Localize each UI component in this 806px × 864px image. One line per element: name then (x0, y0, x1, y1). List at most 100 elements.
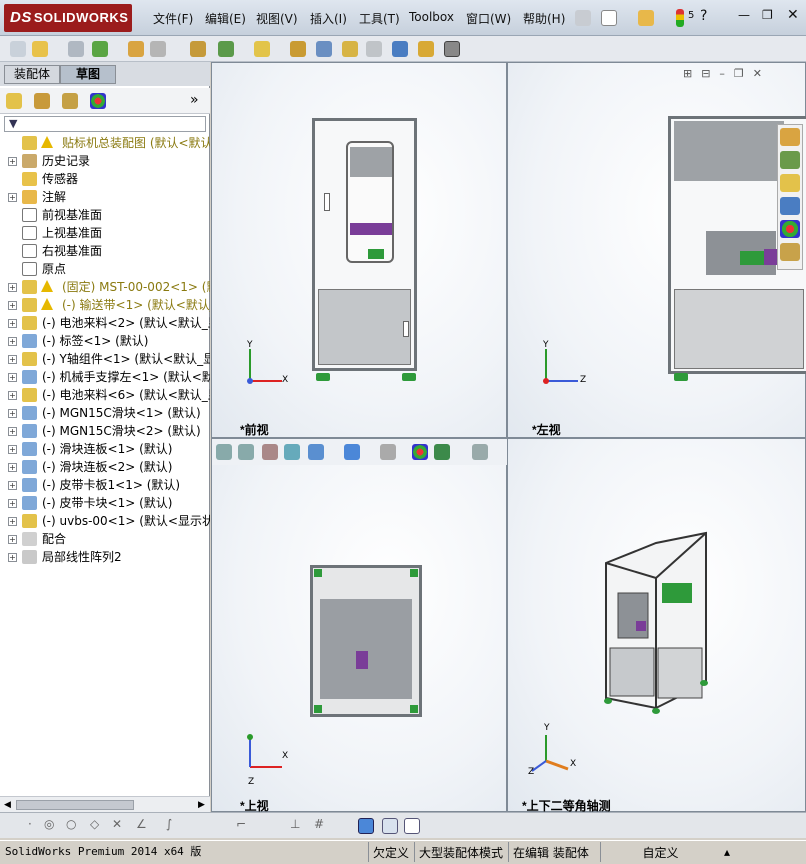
panel-expand-icon[interactable]: » (190, 92, 199, 108)
tree-item[interactable]: + (-) 电池来料<6> (默认<默认_显 (0, 386, 210, 404)
view-settings-icon[interactable] (472, 444, 488, 460)
show-hidden-icon[interactable] (190, 41, 206, 57)
minimize-icon[interactable]: — (738, 8, 750, 22)
design-library-icon[interactable] (780, 151, 800, 169)
tree-filter-input[interactable]: ▼ (4, 116, 206, 132)
expand-toggle-icon[interactable]: + (8, 481, 17, 490)
four-view-icon[interactable] (404, 818, 420, 834)
angle-icon[interactable]: ∠ (136, 817, 147, 831)
expand-toggle-icon[interactable]: + (8, 193, 17, 202)
insert-component-icon[interactable] (32, 41, 48, 57)
circle-icon[interactable]: ◎ (44, 817, 54, 831)
tree-item[interactable]: + (-) uvbs-00<1> (默认<显示状 (0, 512, 210, 530)
expand-toggle-icon[interactable]: + (8, 535, 17, 544)
expand-toggle-icon[interactable]: + (8, 445, 17, 454)
spline-icon[interactable]: ∫ (166, 817, 172, 831)
rebuild-traffic-light-icon[interactable] (676, 9, 684, 27)
viewport-top[interactable]: X Z *上视 (211, 438, 508, 813)
tree-item[interactable]: + 历史记录 (0, 152, 210, 170)
tree-item[interactable]: + (-) 皮带卡块<1> (默认) (0, 494, 210, 512)
point-icon[interactable]: · (28, 817, 32, 831)
component-pattern-icon[interactable] (92, 41, 108, 57)
expand-toggle-icon[interactable]: + (8, 373, 17, 382)
instant3d-icon[interactable] (444, 41, 460, 57)
file-explorer-icon[interactable] (780, 174, 800, 192)
home-icon[interactable] (780, 128, 800, 146)
tree-item[interactable]: 原点 (0, 260, 210, 278)
expand-toggle-icon[interactable]: + (8, 319, 17, 328)
menu-help[interactable]: 帮助(H) (523, 10, 565, 27)
menu-window[interactable]: 窗口(W) (466, 10, 511, 27)
menu-edit[interactable]: 编辑(E) (205, 10, 246, 27)
feature-manager-icon[interactable] (6, 93, 22, 109)
previous-view-icon[interactable] (262, 444, 278, 460)
clearance-verification-icon[interactable] (418, 41, 434, 57)
expand-toggle-icon[interactable]: + (8, 553, 17, 562)
scroll-thumb[interactable] (16, 800, 134, 810)
tree-item[interactable]: + (-) MGN15C滑块<2> (默认) (0, 422, 210, 440)
dimension-icon[interactable]: ⊥ (290, 817, 300, 831)
tree-item[interactable]: + (-) 输送带<1> (默认<默认_ (0, 296, 210, 314)
expand-toggle-icon[interactable]: + (8, 337, 17, 346)
part-icon[interactable] (10, 41, 26, 57)
display-style-icon[interactable] (344, 444, 360, 460)
viewport-left[interactable]: ⊞⊟–❐✕ Y Z *左视 (507, 62, 806, 438)
tree-item[interactable]: 上视基准面 (0, 224, 210, 242)
explode-line-sketch-icon[interactable] (366, 41, 382, 57)
tree-item[interactable]: + (-) Y轴组件<1> (默认<默认_显 (0, 350, 210, 368)
section-view-icon[interactable] (284, 444, 300, 460)
custom-properties-icon[interactable] (780, 243, 800, 261)
filter-funnel-icon[interactable]: ▼ (9, 117, 17, 130)
shaded-view-icon[interactable] (358, 818, 374, 834)
tree-horizontal-scrollbar[interactable]: ◀ ▶ (0, 796, 210, 813)
tree-item[interactable]: + 配合 (0, 530, 210, 548)
tree-item[interactable]: + (-) MGN15C滑块<1> (默认) (0, 404, 210, 422)
tree-item[interactable]: 贴标机总装配图 (默认<默认_显 (0, 134, 210, 152)
solidworks-logo[interactable]: DS SOLIDWORKS (4, 4, 132, 32)
apply-scene-icon[interactable] (434, 444, 450, 460)
units-custom[interactable]: 自定义 (600, 842, 720, 862)
arc-icon[interactable]: ○ (66, 817, 76, 831)
zoom-area-icon[interactable] (238, 444, 254, 460)
viewport-isometric[interactable]: Y X Z *上下二等角轴测 (507, 438, 806, 813)
expand-toggle-icon[interactable]: + (8, 427, 17, 436)
corner-icon[interactable]: ⌐ (236, 817, 246, 831)
edit-appearance-icon[interactable] (412, 444, 428, 460)
menu-toolbox[interactable]: Toolbox (409, 10, 454, 24)
trim-icon[interactable]: ✕ (112, 817, 122, 831)
reference-geometry-icon[interactable] (254, 41, 270, 57)
pin-icon[interactable] (575, 10, 591, 26)
new-document-icon[interactable] (601, 10, 617, 26)
interference-detection-icon[interactable] (392, 41, 408, 57)
view-orientation-icon[interactable] (308, 444, 324, 460)
tree-item[interactable]: 传感器 (0, 170, 210, 188)
tree-item[interactable]: + (-) 皮带卡板1<1> (默认) (0, 476, 210, 494)
expand-toggle-icon[interactable]: + (8, 517, 17, 526)
expand-toggle-icon[interactable]: + (8, 463, 17, 472)
tree-item[interactable]: + (-) 滑块连板<1> (默认) (0, 440, 210, 458)
tree-item[interactable]: + (-) 机械手支撑左<1> (默认<默 (0, 368, 210, 386)
expand-toggle-icon[interactable]: + (8, 499, 17, 508)
hide-show-items-icon[interactable] (380, 444, 396, 460)
menu-file[interactable]: 文件(F) (153, 10, 193, 27)
expand-toggle-icon[interactable]: + (8, 409, 17, 418)
view-palette-icon[interactable] (780, 197, 800, 215)
expand-toggle-icon[interactable]: + (8, 283, 17, 292)
view-window-controls[interactable]: ⊞⊟–❐✕ (683, 67, 771, 80)
expand-toggle-icon[interactable]: + (8, 355, 17, 364)
menu-insert[interactable]: 插入(I) (310, 10, 347, 27)
expand-toggle-icon[interactable]: + (8, 157, 17, 166)
tree-item[interactable]: + (固定) MST-00-002<1> (默认 (0, 278, 210, 296)
move-component-icon[interactable] (150, 41, 166, 57)
configuration-manager-icon[interactable] (62, 93, 78, 109)
tab-sketch[interactable]: 草图 (60, 65, 116, 84)
graphics-area[interactable]: Y X *前视 ⊞⊟–❐✕ Y Z *左视 X Z *上视 Y X Z *上下二… (211, 62, 806, 838)
tree-item[interactable]: + 局部线性阵列2 (0, 548, 210, 566)
restore-icon[interactable]: ❐ (762, 8, 773, 22)
appearances-icon[interactable] (780, 220, 800, 238)
tree-item[interactable]: + (-) 标签<1> (默认) (0, 332, 210, 350)
tree-item[interactable]: + (-) 滑块连板<2> (默认) (0, 458, 210, 476)
viewport-front[interactable]: Y X *前视 (211, 62, 507, 438)
new-motion-study-icon[interactable] (290, 41, 306, 57)
mate-icon[interactable] (68, 41, 84, 57)
